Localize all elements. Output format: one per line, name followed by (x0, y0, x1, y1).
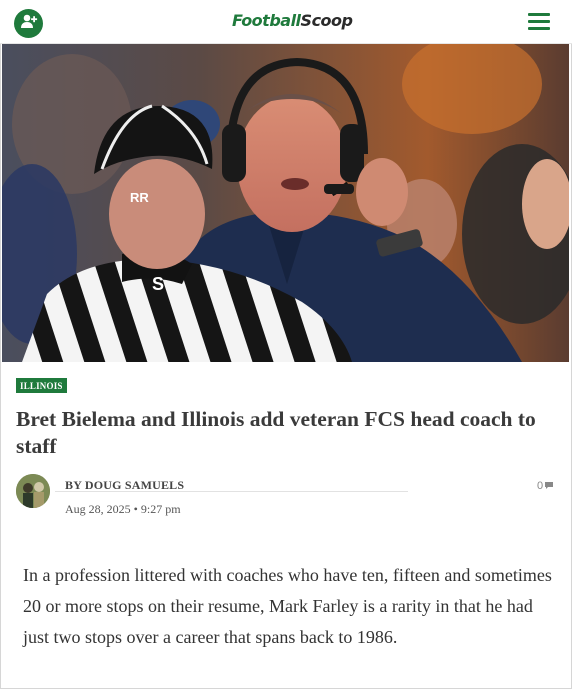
referee-jersey-letter: S (152, 274, 164, 294)
byline: BY DOUG SAMUELS Aug 28, 2025 • 9:27 pm 0 (16, 474, 561, 524)
account-button[interactable] (14, 9, 43, 38)
comment-count: 0 (537, 480, 544, 492)
site-logo[interactable]: FootballScoop (232, 11, 353, 30)
menu-button[interactable] (528, 13, 550, 31)
article-title: Bret Bielema and Illinois add veteran FC… (16, 407, 536, 458)
add-user-icon (20, 13, 38, 34)
referee-cap-text: RR (130, 190, 149, 205)
comment-bubble-icon (545, 480, 554, 492)
category-badge[interactable]: ILLINOIS (16, 378, 67, 393)
publish-date: Aug 28, 2025 • 9:27 pm (65, 502, 181, 516)
logo-part-scoop: Scoop (300, 11, 353, 30)
hamburger-menu-icon-bar (528, 13, 550, 16)
author-avatar[interactable] (16, 474, 50, 508)
byline-divider (55, 491, 408, 492)
site-header: FootballScoop (0, 0, 572, 44)
comment-count-link[interactable]: 0 (537, 480, 554, 492)
hamburger-menu-icon-bar (528, 27, 550, 30)
hero-image: RR S (2, 44, 569, 362)
article-body: In a profession littered with coaches wh… (23, 565, 552, 647)
hamburger-menu-icon-bar (528, 20, 550, 23)
logo-part-football: Football (232, 11, 301, 30)
